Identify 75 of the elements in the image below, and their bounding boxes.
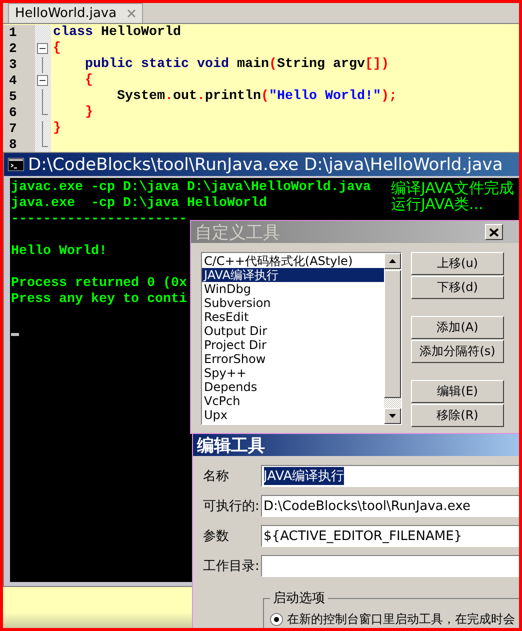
list-item[interactable]: VcPch (202, 394, 384, 408)
fold-end-icon (42, 137, 48, 147)
list-item[interactable]: C/C++代码格式化(AStyle) (202, 254, 384, 268)
fold-end-icon (42, 105, 48, 115)
dialog-button[interactable]: 下移(d) (411, 276, 504, 299)
line-number: 4 (3, 73, 35, 89)
dialog-button[interactable]: 移除(R) (411, 404, 504, 427)
console-text: Press any key to conti (11, 292, 187, 308)
console-text: ---------------------- (11, 212, 187, 228)
console-text: 编译JAVA文件完成 (391, 180, 514, 196)
list-item[interactable]: Spy++ (202, 366, 384, 380)
console-text: 运行JAVA类... (391, 196, 484, 212)
list-item[interactable]: WinDbg (202, 282, 384, 296)
up-arrow-icon (389, 259, 396, 263)
field-label: 工作目录: (203, 558, 260, 575)
editor-tab[interactable]: HelloWorld.java (8, 3, 143, 23)
line-number: 1 (3, 25, 35, 41)
input-field[interactable]: ${ACTIVE_EDITOR_FILENAME} (260, 525, 519, 547)
field-label: 参数 (203, 528, 230, 545)
console-text: Hello World! (11, 244, 107, 260)
code-line: { (53, 41, 61, 57)
radio-button[interactable] (270, 613, 283, 626)
line-number: 3 (3, 57, 35, 73)
close-icon (489, 228, 499, 236)
code-editor[interactable]: 1 class HelloWorld 2 { 3 public static void main(String argv[]) 4 { 5 System.out.println("Hello World!"); 6 } 7 } 8 (3, 24, 519, 154)
list-item[interactable]: Project Dir (202, 338, 384, 352)
list-item[interactable]: Upx (202, 408, 384, 422)
line-number: 6 (3, 105, 35, 121)
fold-line-icon (42, 121, 43, 137)
code-line: { (85, 73, 93, 89)
dialog-title: 自定义工具 (195, 222, 280, 244)
scroll-down-button[interactable] (384, 408, 401, 424)
code-line: class HelloWorld (53, 25, 181, 41)
close-icon[interactable] (126, 9, 136, 18)
console-text: Process returned 0 (0x (11, 276, 187, 292)
code-line: public static void main(String argv[]) (85, 57, 389, 73)
line-number: 7 (3, 121, 35, 137)
option-label: 在新的控制台窗口里启动工具，在完成时会 (287, 611, 515, 628)
fold-toggle-icon[interactable] (37, 43, 48, 54)
line-number: 5 (3, 89, 35, 105)
dialog-title: 编辑工具 (197, 434, 265, 456)
console-text: javac.exe -cp D:\java D:\java\HelloWorld.java (11, 180, 371, 196)
list-item[interactable]: Output Dir (202, 324, 384, 338)
code-line: System.out.println("Hello World!"); (117, 89, 397, 105)
scroll-thumb[interactable] (384, 270, 401, 398)
dialog-button[interactable]: 添加(A) (411, 316, 504, 339)
list-item[interactable]: Depends (202, 380, 384, 394)
fold-line-icon (42, 89, 43, 105)
text-cursor (11, 333, 19, 336)
fold-line-icon (42, 57, 43, 73)
console-icon (8, 158, 24, 171)
code-line: } (53, 121, 61, 137)
code-line: } (85, 105, 93, 121)
fold-toggle-icon[interactable] (37, 75, 48, 86)
input-field[interactable]: D:\CodeBlocks\tool\RunJava.exe (260, 495, 519, 517)
list-item[interactable]: JAVA编译执行 (202, 268, 384, 282)
field-label: 可执行的: (203, 498, 260, 515)
scroll-up-button[interactable] (384, 253, 401, 269)
tool-list[interactable]: C/C++代码格式化(AStyle) JAVA编译执行 WinDbg Subversion ResEdit Output Dir Project Dir ErrorShow Spy++ Depends VcPch Upx (201, 252, 402, 425)
input-field[interactable]: JAVA编译执行 (260, 465, 519, 487)
group-title: 启动选项 (272, 590, 326, 607)
list-item[interactable]: ErrorShow (202, 352, 384, 366)
close-button[interactable] (485, 224, 503, 240)
list-item[interactable]: Subversion (202, 296, 384, 310)
dialog-button[interactable]: 上移(u) (411, 252, 504, 275)
down-arrow-icon (389, 414, 396, 418)
dialog-button[interactable]: 添加分隔符(s) (411, 340, 504, 363)
dialog-button[interactable]: 编辑(E) (411, 380, 504, 403)
console-text: java.exe -cp D:\java HelloWorld (11, 196, 267, 212)
window-title: D:\CodeBlocks\tool\RunJava.exe D:\java\HelloWorld.java (4, 153, 519, 176)
line-number: 8 (3, 137, 35, 153)
list-item[interactable]: ResEdit (202, 310, 384, 324)
input-field[interactable] (260, 555, 519, 577)
line-number: 2 (3, 41, 35, 57)
field-label: 名称 (203, 468, 230, 485)
